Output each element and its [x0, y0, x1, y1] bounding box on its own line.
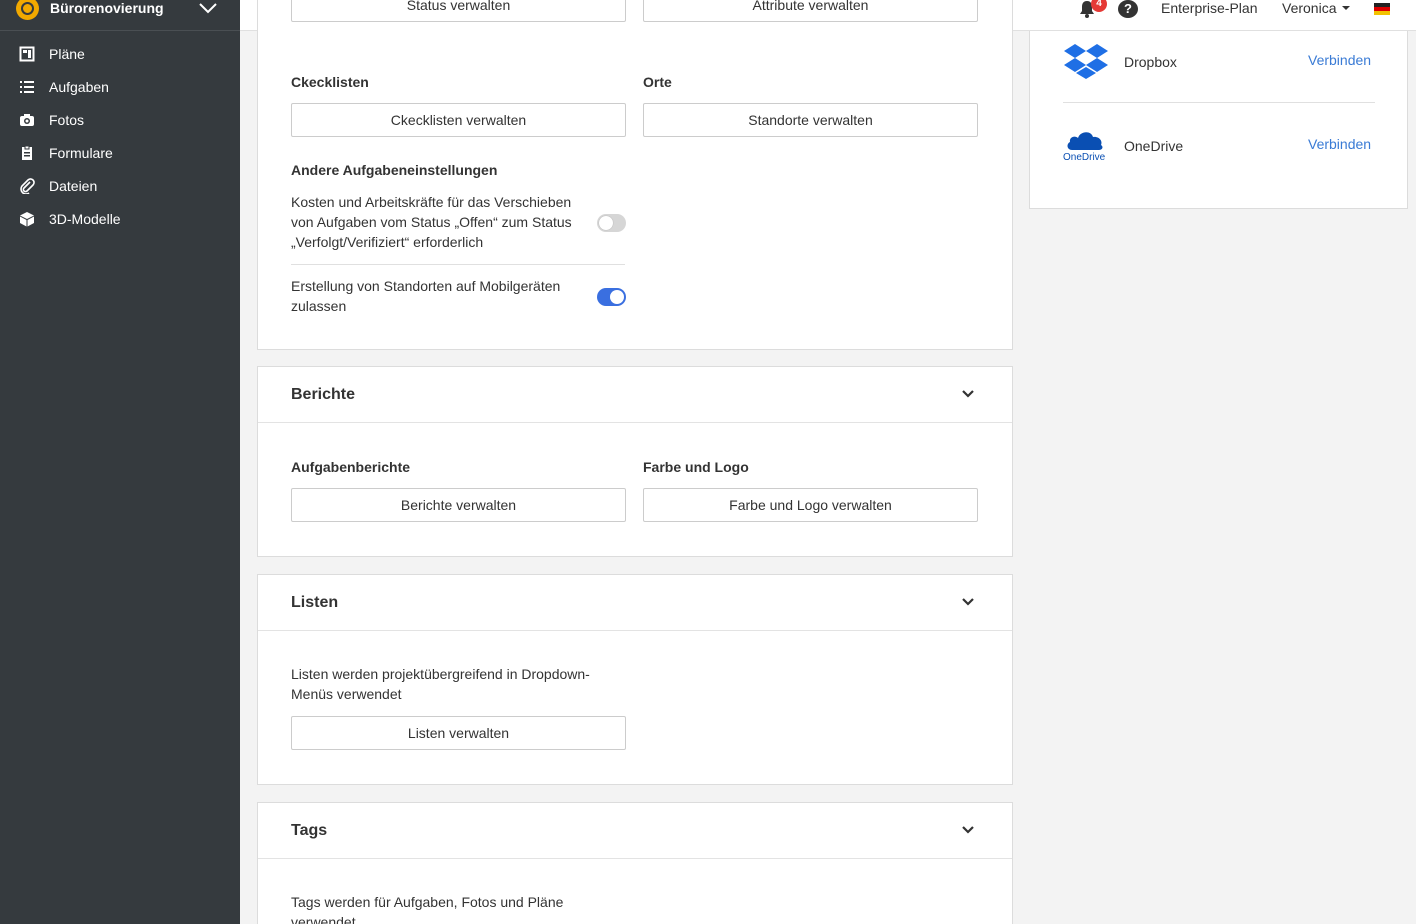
- help-icon[interactable]: ?: [1118, 0, 1138, 18]
- cube-icon: [20, 211, 34, 226]
- chevron-down-icon[interactable]: [961, 389, 975, 399]
- tasks-icon: [20, 80, 34, 93]
- task-reports-label: Aufgabenberichte: [291, 459, 411, 475]
- manage-reports-button[interactable]: Berichte verwalten: [291, 488, 626, 522]
- paperclip-icon: [20, 177, 35, 194]
- sidebar-item-photos[interactable]: Fotos: [0, 103, 240, 136]
- reports-title: Berichte: [291, 386, 356, 403]
- mobile-locations-toggle[interactable]: [597, 288, 626, 306]
- cost-labor-toggle[interactable]: [597, 214, 626, 232]
- camera-icon: [20, 113, 34, 126]
- sidebar-item-files[interactable]: Dateien: [0, 169, 240, 202]
- user-menu[interactable]: Veronica: [1282, 0, 1351, 16]
- onedrive-logo-text: OneDrive: [1063, 152, 1106, 163]
- setting-cost-labor-text: Kosten und Arbeitskräfte für das Verschi…: [291, 194, 572, 250]
- plans-icon: [19, 46, 35, 61]
- dropbox-name: Dropbox: [1124, 54, 1177, 70]
- other-settings-label: Andere Aufgabeneinstellungen: [291, 162, 498, 178]
- toggle-knob: [610, 290, 624, 304]
- places-label: Orte: [643, 74, 672, 90]
- lists-description: Listen werden projektübergreifend in Dro…: [291, 666, 590, 702]
- sidebar-item-label: Formulare: [49, 144, 113, 161]
- sidebar-nav: Pläne Aufgaben Fotos Formulare Dateien 3…: [0, 31, 240, 235]
- manage-attributes-button[interactable]: Attribute verwalten: [643, 0, 978, 22]
- user-name: Veronica: [1282, 0, 1337, 16]
- sidebar: Bürorenovierung Pläne Aufgaben Fotos For…: [0, 0, 240, 924]
- sidebar-item-plans[interactable]: Pläne: [0, 37, 240, 70]
- reports-header[interactable]: Berichte: [258, 367, 1012, 423]
- sidebar-item-label: Aufgaben: [49, 78, 109, 95]
- manage-checklists-button[interactable]: Ckecklisten verwalten: [291, 103, 626, 137]
- project-logo: [16, 0, 39, 20]
- color-logo-label: Farbe und Logo: [643, 459, 749, 475]
- project-switcher[interactable]: Bürorenovierung: [0, 0, 240, 31]
- onedrive-name: OneDrive: [1124, 138, 1184, 154]
- checklists-label: Ckecklisten: [291, 74, 369, 90]
- sidebar-item-3d-models[interactable]: 3D-Modelle: [0, 202, 240, 235]
- clipboard-icon: [22, 145, 32, 160]
- chevron-down-icon[interactable]: [961, 825, 975, 835]
- plan-label[interactable]: Enterprise-Plan: [1161, 0, 1258, 16]
- onedrive-icon: [1067, 132, 1103, 150]
- reports-card: Berichte Aufgabenberichte Farbe und Logo…: [257, 366, 1013, 557]
- toggle-knob: [599, 216, 613, 230]
- divider: [1063, 102, 1375, 103]
- german-flag-icon[interactable]: [1374, 3, 1390, 15]
- dropbox-connect-link[interactable]: Verbinden: [1308, 52, 1371, 68]
- tasks-settings-card: Status verwalten Attribute verwalten Cke…: [257, 0, 1013, 350]
- sidebar-item-label: 3D-Modelle: [49, 210, 121, 227]
- lists-card: Listen Listen werden projektübergreifend…: [257, 574, 1013, 785]
- tags-title: Tags: [291, 822, 328, 839]
- sidebar-item-label: Fotos: [49, 111, 85, 128]
- lists-title: Listen: [291, 594, 339, 611]
- sidebar-item-label: Dateien: [49, 177, 98, 194]
- manage-color-logo-button[interactable]: Farbe und Logo verwalten: [643, 488, 978, 522]
- chevron-down-icon[interactable]: [198, 2, 218, 14]
- sidebar-item-forms[interactable]: Formulare: [0, 136, 240, 169]
- manage-status-button[interactable]: Status verwalten: [291, 0, 626, 22]
- tags-description: Tags werden für Aufgaben, Fotos und Plän…: [291, 894, 564, 924]
- manage-lists-button[interactable]: Listen verwalten: [291, 716, 626, 750]
- dropbox-icon: [1064, 44, 1108, 79]
- notification-badge: 4: [1091, 0, 1107, 12]
- caret-down-icon: [1342, 6, 1351, 10]
- divider: [291, 264, 625, 265]
- sidebar-item-label: Pläne: [49, 45, 85, 62]
- tags-card: Tags Tags werden für Aufgaben, Fotos und…: [257, 802, 1013, 924]
- lists-header[interactable]: Listen: [258, 575, 1012, 631]
- setting-mobile-locations-text: Erstellung von Standorten auf Mobilgerät…: [291, 278, 561, 314]
- tags-header[interactable]: Tags: [258, 803, 1012, 859]
- onedrive-connect-link[interactable]: Verbinden: [1308, 136, 1371, 152]
- project-name: Bürorenovierung: [50, 0, 164, 16]
- manage-locations-button[interactable]: Standorte verwalten: [643, 103, 978, 137]
- chevron-down-icon[interactable]: [961, 597, 975, 607]
- integrations-panel: Dropbox Verbinden OneDrive OneDrive Verb…: [1029, 31, 1408, 209]
- sidebar-item-tasks[interactable]: Aufgaben: [0, 70, 240, 103]
